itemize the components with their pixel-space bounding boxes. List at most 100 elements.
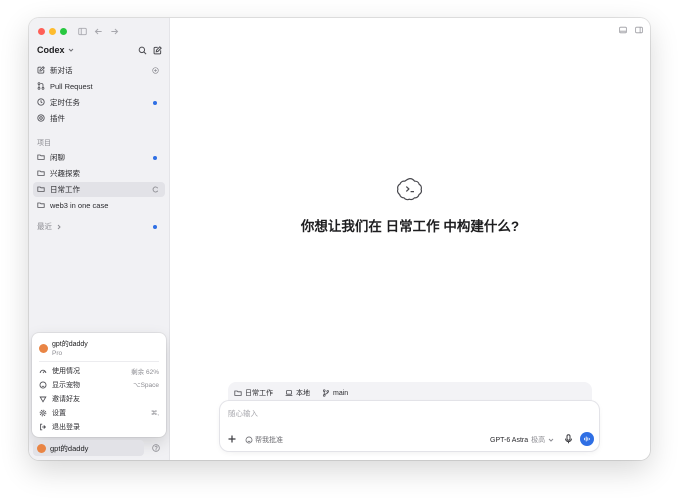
loading-spinner-icon [152, 186, 159, 193]
avatar [39, 343, 48, 353]
shortcut-icon [152, 67, 159, 74]
logout-icon [39, 423, 48, 432]
folder-icon [37, 169, 46, 178]
menu-item-show-pet[interactable]: 显示宠物 ⌥Space [36, 378, 162, 392]
menu-item-label: 设置 [52, 410, 66, 417]
folder-icon [37, 185, 46, 194]
recent-toggle[interactable]: 最近 [33, 219, 165, 234]
chevron-down-icon [548, 438, 554, 442]
plan-label: Pro [52, 350, 63, 357]
side-panel-icon[interactable] [635, 26, 644, 35]
approval-label: 帮我批准 [255, 437, 283, 444]
pull-request-icon [37, 82, 46, 91]
menu-item-label: 退出登录 [52, 424, 80, 431]
new-chat-icon[interactable] [152, 45, 163, 56]
microphone-icon[interactable] [564, 434, 573, 444]
composer: 帮我批准 GPT-6 Astra 极高 [220, 401, 599, 451]
nav-label: 新对话 [50, 66, 73, 75]
search-icon[interactable] [137, 45, 148, 56]
edit-icon [37, 66, 46, 75]
menu-item-invite[interactable]: 邀请好友 [36, 392, 162, 406]
shortcut-label: ⌥Space [133, 382, 159, 389]
back-arrow-icon[interactable] [92, 25, 104, 37]
recent-nav: 最近 [33, 219, 165, 235]
terminal-panel-icon[interactable] [619, 26, 628, 35]
close-window-button[interactable] [38, 28, 45, 35]
sidebar: Codex 新对话 Pull Request 定时任务 插件 项目 闲聊 兴趣探… [29, 18, 170, 460]
top-right-controls [619, 26, 644, 35]
menu-item-label: 邀请好友 [52, 396, 80, 403]
project-label: 日常工作 [50, 185, 80, 194]
nav-label: Pull Request [50, 82, 93, 91]
account-menu-user: gpt的daddy Pro [39, 339, 88, 357]
avatar [37, 443, 46, 453]
folder-icon [37, 153, 46, 162]
usage-remaining: 剩余 62% [131, 369, 159, 376]
approval-mode-selector[interactable]: 帮我批准 [245, 435, 283, 445]
account-button[interactable]: gpt的daddy [33, 440, 144, 456]
gift-icon [39, 395, 48, 404]
menu-item-label: 显示宠物 [52, 382, 80, 389]
laptop-icon [285, 390, 293, 396]
project-label: 闲聊 [50, 153, 65, 162]
menu-item-logout[interactable]: 退出登录 [36, 420, 162, 434]
app-name: Codex [37, 45, 65, 55]
model-name: GPT-6 Astra [490, 436, 529, 444]
forward-arrow-icon[interactable] [108, 25, 120, 37]
app-window: Codex 新对话 Pull Request 定时任务 插件 项目 闲聊 兴趣探… [29, 18, 650, 460]
pet-icon [39, 381, 48, 390]
add-attachment-icon[interactable] [227, 434, 237, 444]
projects-section-label: 项目 [37, 140, 51, 147]
prompt-title: 你想让我们在 日常工作 中构建什么? [300, 219, 520, 234]
unread-dot [153, 224, 157, 229]
nav-pull-request[interactable]: Pull Request [33, 79, 165, 94]
clock-icon [37, 98, 46, 107]
main-panel: 你想让我们在 日常工作 中构建什么? 日常工作 本地 main 帮我批准 [170, 18, 650, 460]
primary-nav: 新对话 Pull Request 定时任务 插件 [33, 63, 165, 127]
nav-plugins[interactable]: 插件 [33, 111, 165, 126]
sidebar-toggle-icon[interactable] [76, 25, 88, 37]
branch-icon [322, 389, 330, 397]
project-item-active[interactable]: 日常工作 [33, 182, 165, 197]
approval-icon [245, 436, 253, 444]
reasoning-effort: 极高 [531, 437, 546, 444]
app-switcher[interactable]: Codex [37, 45, 74, 55]
project-selector[interactable]: 日常工作 [234, 388, 273, 398]
chevron-down-icon [68, 47, 74, 53]
nav-label: 定时任务 [50, 98, 80, 107]
user-name: gpt的daddy [52, 341, 88, 348]
account-name: gpt的daddy [50, 443, 89, 453]
environment-selector[interactable]: 本地 [285, 388, 310, 398]
branch-selector[interactable]: main [322, 389, 348, 397]
chevron-right-icon [56, 224, 62, 230]
menu-item-label: 使用情况 [52, 368, 80, 375]
menu-item-settings[interactable]: 设置 ⌘, [36, 406, 162, 420]
projects-nav: 闲聊 兴趣探索 日常工作 web3 in one case [33, 150, 165, 214]
model-selector[interactable]: GPT-6 Astra 极高 [490, 435, 554, 445]
context-environment: 本地 [296, 390, 310, 397]
gear-icon [39, 409, 48, 418]
project-label: web3 in one case [50, 201, 109, 210]
prompt-input[interactable] [228, 407, 528, 419]
project-item[interactable]: 闲聊 [33, 150, 165, 165]
minimize-window-button[interactable] [49, 28, 56, 35]
project-item[interactable]: 兴趣探索 [33, 166, 165, 181]
project-item[interactable]: web3 in one case [33, 198, 165, 213]
project-label: 兴趣探索 [50, 169, 80, 178]
nav-label: 插件 [50, 114, 65, 123]
help-icon[interactable] [152, 444, 160, 452]
voice-mode-button[interactable] [580, 432, 594, 446]
shortcut-label: ⌘, [150, 410, 159, 417]
window-controls [38, 28, 67, 35]
divider [39, 361, 159, 362]
unread-dot [153, 100, 157, 105]
waveform-icon [584, 436, 590, 442]
maximize-window-button[interactable] [60, 28, 67, 35]
nav-scheduled-tasks[interactable]: 定时任务 [33, 95, 165, 110]
context-project: 日常工作 [245, 390, 273, 397]
gauge-icon [39, 367, 48, 376]
codex-logo-icon [396, 176, 423, 202]
nav-new-chat[interactable]: 新对话 [33, 63, 165, 78]
menu-item-usage[interactable]: 使用情况 剩余 62% [36, 364, 162, 378]
folder-icon [37, 201, 46, 210]
